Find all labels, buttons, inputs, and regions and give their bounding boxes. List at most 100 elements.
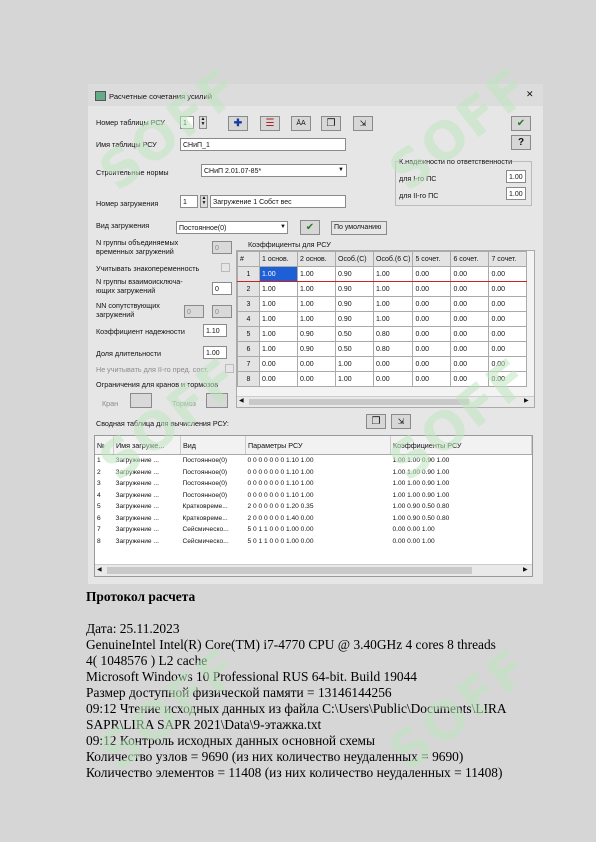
reliability-2-input[interactable]: 1.00 [506, 187, 526, 200]
summary-cell: 0 0 0 0 0 0 0 1.10 1.00 [247, 468, 314, 476]
load-name-input[interactable]: Загружение 1 Собст вес [210, 195, 346, 208]
coef-cell[interactable]: 1.00 [259, 266, 298, 282]
coef-row[interactable]: 6 1.00 0.90 0.50 0.80 0.00 0.00 0.00 [237, 341, 528, 357]
help-button[interactable]: ? [511, 135, 531, 150]
default-button[interactable]: По умолчанию [331, 221, 387, 235]
coef-cell[interactable]: 0.00 [412, 356, 452, 372]
coef-cell[interactable]: 0.00 [450, 296, 490, 312]
summary-row[interactable]: 4 Загружение ... Постоянное(0) 0 0 0 0 0 0 … [95, 490, 532, 502]
coef-cell[interactable]: 0.00 [412, 311, 452, 327]
coef-cell[interactable]: 0.00 [450, 311, 490, 327]
coef-cell[interactable]: 0.00 [488, 326, 528, 342]
reliability-1-input[interactable]: 1.00 [506, 170, 526, 183]
coef-row-number: 6 [237, 341, 260, 357]
chevron-down-icon[interactable]: ▼ [338, 166, 344, 175]
summary-scrollbar[interactable]: ◀ ▶ [95, 564, 532, 576]
coef-cell[interactable]: 1.00 [259, 296, 298, 312]
coef-cell[interactable]: 0.00 [488, 296, 528, 312]
coef-cell[interactable]: 0.00 [450, 281, 490, 297]
coef-cell[interactable]: 1.00 [372, 266, 414, 282]
summary-row[interactable]: 6 Загружение ... Кратковреме... 2 0 0 0 0 0… [95, 513, 532, 525]
summary-copy-button[interactable]: ❐ [366, 414, 386, 429]
coef-cell[interactable]: 1.00 [335, 356, 374, 372]
coef-row[interactable]: 4 1.00 1.00 0.90 1.00 0.00 0.00 0.00 [237, 311, 528, 327]
group-exclusive-input[interactable]: 0 [212, 282, 232, 295]
coef-cell[interactable]: 1.00 [259, 326, 298, 342]
group-combined-input[interactable]: 0 [212, 241, 232, 254]
accompanying-input-2[interactable]: 0 [212, 305, 232, 318]
chevron-down-icon[interactable]: ▼ [280, 223, 286, 232]
select-button[interactable]: ⇲ [353, 116, 373, 131]
coef-cell[interactable]: 0.00 [412, 371, 452, 387]
coef-cell[interactable]: 0.00 [412, 266, 452, 282]
summary-row[interactable]: 8 Загружение ... Сейсмическо... 5 0 1 1 0 0… [95, 536, 532, 548]
coef-cell[interactable]: 1.00 [297, 281, 336, 297]
load-number-spinner[interactable]: ▲ ▼ [200, 195, 208, 208]
coef-cell[interactable]: 1.00 [259, 341, 298, 357]
coef-cell[interactable]: 0.00 [412, 341, 452, 357]
coef-cell[interactable]: 1.00 [259, 311, 298, 327]
summary-row[interactable]: 5 Загружение ... Кратковреме... 2 0 0 0 0 0… [95, 501, 532, 513]
coef-cell[interactable]: 0.00 [412, 281, 452, 297]
coef-cell[interactable]: 0.50 [335, 341, 374, 357]
summary-cell: 0.00 0.00 1.00 [392, 526, 435, 534]
coef-cell[interactable]: 0.90 [297, 326, 336, 342]
coef-row[interactable]: 3 1.00 1.00 0.90 1.00 0.00 0.00 0.00 [237, 296, 528, 312]
load-number-input[interactable]: 1 [180, 195, 198, 208]
scroll-left-icon[interactable]: ◀ [97, 566, 102, 573]
coef-cell[interactable]: 0.00 [372, 371, 414, 387]
coef-cell[interactable]: 0.00 [259, 356, 298, 372]
coef-cell[interactable]: 0.00 [297, 371, 336, 387]
coef-cell[interactable]: 0.90 [335, 266, 374, 282]
coef-cell[interactable]: 0.00 [488, 311, 528, 327]
scroll-thumb[interactable] [107, 567, 472, 574]
coef-row[interactable]: 5 1.00 0.90 0.50 0.80 0.00 0.00 0.00 [237, 326, 528, 342]
summary-cell: Постоянное(0) [182, 468, 228, 476]
reliability-coef-label: Коэффициент надежности [96, 327, 185, 336]
coef-cell[interactable]: 0.50 [335, 326, 374, 342]
coef-header: 2 основ. [297, 251, 336, 267]
coef-cell[interactable]: 0.00 [412, 326, 452, 342]
coef-cell[interactable]: 0.90 [335, 296, 374, 312]
coef-cell[interactable]: 0.00 [488, 266, 528, 282]
coef-row[interactable]: 2 1.00 1.00 0.90 1.00 0.00 0.00 0.00 [237, 281, 528, 297]
coef-cell[interactable]: 0.90 [335, 311, 374, 327]
coef-cell[interactable]: 1.00 [372, 296, 414, 312]
coef-row[interactable]: 1 1.00 1.00 0.90 1.00 0.00 0.00 0.00 [237, 266, 528, 282]
summary-row[interactable]: 2 Загружение ... Постоянное(0) 0 0 0 0 0 0 … [95, 467, 532, 479]
confirm-load-type-button[interactable]: ✔ [300, 220, 320, 235]
accompanying-input-1[interactable]: 0 [184, 305, 204, 318]
doc-heading: Протокол расчета [86, 589, 196, 604]
coef-cell[interactable]: 1.00 [372, 311, 414, 327]
copy-button[interactable]: ❐ [321, 116, 341, 131]
coef-cell[interactable]: 1.00 [259, 281, 298, 297]
coef-cell[interactable]: 0.00 [450, 266, 490, 282]
norms-select[interactable]: СНиП 2.01.07-85* [201, 164, 347, 177]
coef-cell[interactable]: 1.00 [297, 296, 336, 312]
delete-button[interactable]: ☰ [260, 116, 280, 131]
summary-cell: 2 0 0 0 0 0 0 1.20 0.35 [247, 503, 314, 511]
rename-button[interactable]: ĀA [291, 116, 311, 131]
coef-cell[interactable]: 0.00 [297, 356, 336, 372]
sign-change-checkbox[interactable] [221, 263, 230, 272]
coef-row-number: 3 [237, 296, 260, 312]
summary-row[interactable]: 3 Загружение ... Постоянное(0) 0 0 0 0 0 0 … [95, 478, 532, 490]
coef-cell[interactable]: 0.00 [450, 341, 490, 357]
coef-cell[interactable]: 0.90 [297, 341, 336, 357]
coef-cell[interactable]: 0.80 [372, 326, 414, 342]
reliability-coef-input[interactable]: 1.10 [203, 324, 227, 337]
coef-cell[interactable]: 0.00 [450, 326, 490, 342]
load-type-select[interactable]: Постоянное(0) [176, 221, 288, 234]
coef-cell[interactable]: 1.00 [297, 311, 336, 327]
coef-cell[interactable]: 0.90 [335, 281, 374, 297]
coef-cell[interactable]: 1.00 [335, 371, 374, 387]
coef-cell[interactable]: 0.00 [372, 356, 414, 372]
coef-cell[interactable]: 0.00 [259, 371, 298, 387]
coef-cell[interactable]: 1.00 [372, 281, 414, 297]
coef-cell[interactable]: 0.00 [488, 281, 528, 297]
coef-cell[interactable]: 1.00 [297, 266, 336, 282]
summary-row[interactable]: 7 Загружение ... Сейсмическо... 5 0 1 1 0 0… [95, 524, 532, 536]
scroll-right-icon[interactable]: ▶ [523, 566, 528, 573]
coef-cell[interactable]: 0.80 [372, 341, 414, 357]
coef-cell[interactable]: 0.00 [412, 296, 452, 312]
